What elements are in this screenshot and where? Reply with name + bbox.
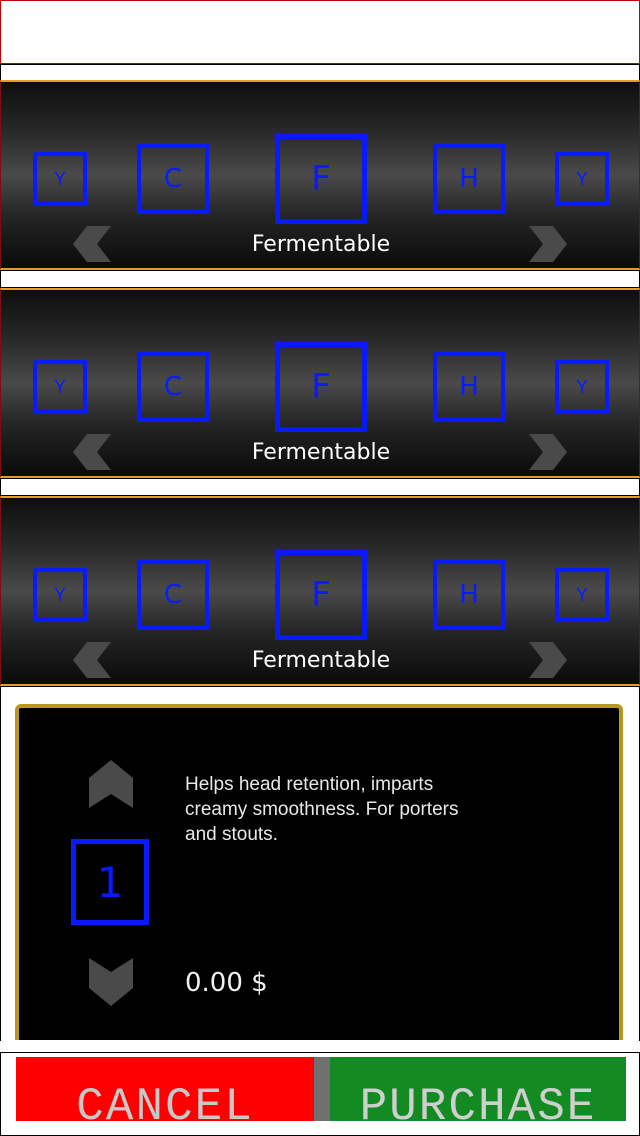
cancel-label: CANCEL <box>76 1081 254 1121</box>
category-label: Fermentable <box>251 232 391 257</box>
category-label: Fermentable <box>251 440 391 465</box>
category-label: Fermentable <box>251 648 391 673</box>
ingredient-selector-3[interactable]: Y C F H Y Fermentable <box>0 496 640 686</box>
spacer <box>0 686 640 702</box>
slot-left[interactable]: C <box>137 560 209 630</box>
slot-left[interactable]: C <box>137 144 209 214</box>
slot-far-left[interactable]: Y <box>33 568 87 622</box>
quantity-value: 1 <box>71 839 149 925</box>
slot-selected[interactable]: F <box>275 342 367 432</box>
purchase-label: PURCHASE <box>359 1081 597 1121</box>
slot-far-left[interactable]: Y <box>33 360 87 414</box>
ingredient-selector-2[interactable]: Y C F H Y Fermentable <box>0 288 640 478</box>
button-divider <box>314 1057 330 1121</box>
purchase-button[interactable]: PURCHASE <box>330 1057 626 1121</box>
slot-right[interactable]: H <box>433 352 505 422</box>
slot-selected[interactable]: F <box>275 134 367 224</box>
slot-left[interactable]: C <box>137 352 209 422</box>
top-bar <box>0 0 640 64</box>
ingredient-selector-1[interactable]: Y C F H Y Fermentable <box>0 80 640 270</box>
slot-far-right[interactable]: Y <box>555 568 609 622</box>
slot-right[interactable]: H <box>433 560 505 630</box>
slot-selected[interactable]: F <box>275 550 367 640</box>
cancel-button[interactable]: CANCEL <box>16 1057 314 1121</box>
spacer <box>0 478 640 496</box>
action-buttons: CANCEL PURCHASE <box>0 1052 640 1136</box>
item-description: Helps head retention, imparts creamy smo… <box>185 774 459 845</box>
item-detail-panel: 1 Helps head retention, imparts creamy s… <box>15 704 623 1040</box>
spacer <box>0 270 640 288</box>
slot-far-right[interactable]: Y <box>555 360 609 414</box>
slot-far-left[interactable]: Y <box>33 152 87 206</box>
slot-far-right[interactable]: Y <box>555 152 609 206</box>
slot-right[interactable]: H <box>433 144 505 214</box>
quantity-down-icon[interactable] <box>89 958 133 1006</box>
quantity-up-icon[interactable] <box>89 760 133 808</box>
item-price: 0.00 $ <box>185 968 268 998</box>
